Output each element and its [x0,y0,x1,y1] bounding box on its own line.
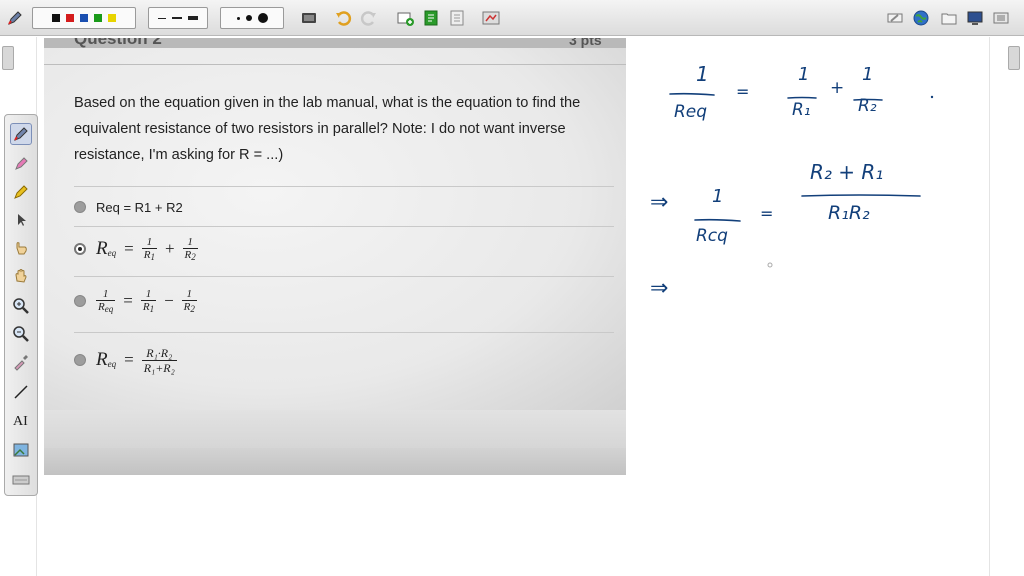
option-divider [74,226,614,227]
medium-line-option[interactable] [172,17,182,19]
photo-bottom-bar [44,448,626,475]
stray-dot [930,95,934,99]
dot-size-group [220,7,284,29]
hand-icon[interactable] [10,265,32,287]
photo-lower-band [44,410,626,448]
answer-option-3[interactable]: 1 Req = 1 R1 − 1 R2 [74,286,197,316]
color-palette [32,7,136,29]
save-file-icon[interactable] [446,7,468,29]
color-green-swatch[interactable] [94,14,102,22]
settings-icon[interactable] [480,7,502,29]
quiz-photo: Question 2 3 pts Based on the equation g… [44,38,626,475]
small-dot-option[interactable] [236,16,240,20]
line1-equals: = [736,82,750,101]
dropper-icon[interactable] [10,351,32,373]
line1-plus: + [830,78,845,98]
line2-denominator: R₁R₂ [828,202,870,224]
highlighter-icon[interactable] [10,153,32,175]
pen-tool-icon[interactable] [10,123,32,145]
color-yellow-swatch[interactable] [108,14,116,22]
radio-button[interactable] [74,295,86,307]
image-icon[interactable] [10,439,32,461]
new-page-icon[interactable] [394,7,416,29]
large-dot-option[interactable] [257,13,268,23]
option-divider [74,276,614,277]
medium-dot-option[interactable] [245,15,252,21]
folder-icon[interactable] [938,7,960,29]
option-divider [74,332,614,333]
eraser-icon[interactable] [884,7,906,29]
fraction-bar [669,92,715,96]
cursor-dot [767,262,773,268]
option-divider [74,186,614,187]
line1-left-denominator: Req [674,102,708,122]
zoom-in-icon[interactable] [10,295,32,317]
line1-left-numerator: 1 [696,62,709,86]
answer-option-1[interactable]: Req = R1 + R2 [74,198,183,216]
zoom-out-icon[interactable] [10,323,32,345]
question-text: Based on the equation given in the lab m… [74,95,581,163]
line1-denominator-2: R₂ [858,96,877,116]
option-4-formula: Req = R₁·R₂ R₁+R₂ [96,345,177,375]
option-3-formula: 1 Req = 1 R1 − 1 R2 [96,287,197,314]
fraction-bar [694,218,741,222]
radio-button-selected[interactable] [74,243,86,255]
right-scroll-grip[interactable] [1008,46,1020,70]
question-points: 3 pts [569,38,602,48]
question-heading: Question 2 [74,38,162,48]
pen-icon[interactable] [4,7,26,29]
screen-capture-icon[interactable] [298,7,320,29]
color-black-swatch[interactable] [52,14,60,22]
globe-icon[interactable] [910,7,932,29]
line2-left-denominator: Rcq [696,226,728,246]
page-border-right [989,37,990,576]
menu-icon[interactable] [990,7,1012,29]
line1-numerator-1: 1 [798,64,810,85]
open-file-icon[interactable] [420,7,442,29]
color-red-swatch[interactable] [66,14,74,22]
radio-button[interactable] [74,201,86,213]
line2-numerator: R₂ + R₁ [810,160,884,184]
hand-point-icon[interactable] [10,237,32,259]
text-icon[interactable]: AI [10,409,32,431]
app-window: AI Question 2 3 pts Based on the equatio… [0,0,1024,576]
svg-text:AI: AI [13,414,28,429]
line2-equals: = [760,204,774,223]
fraction-bar [801,194,921,197]
line2-left-numerator: 1 [712,186,724,207]
line-width-group [148,7,208,29]
left-tool-panel: AI [4,114,38,496]
left-scroll-grip[interactable] [2,46,14,70]
option-2-formula: Req = 1 R1 + 1 R2 [96,235,198,262]
line3-implies-arrow: ⇒ [650,276,669,301]
color-blue-swatch[interactable] [80,14,88,22]
answer-option-4[interactable]: Req = R₁·R₂ R₁+R₂ [74,342,177,378]
line1-denominator-1: R₁ [792,100,811,120]
radio-button[interactable] [74,354,86,366]
keyboard-icon[interactable] [10,469,32,491]
thick-line-option[interactable] [188,16,198,20]
monitor-icon[interactable] [964,7,986,29]
top-toolbar [0,0,1024,36]
undo-icon[interactable] [332,7,354,29]
pointer-icon[interactable] [10,209,32,231]
fraction-bar [787,96,817,99]
redo-icon[interactable] [358,7,380,29]
thin-line-option[interactable] [158,17,166,19]
heading-divider [44,64,626,65]
handwritten-notes: 1 Req = 1 R₁ + 1 R₂ ⇒ 1 Rcq = R₂ + R₁ R₁… [630,38,985,338]
option-1-text: Req = R1 + R2 [96,199,183,215]
line2-implies-arrow: ⇒ [650,190,669,215]
line-icon[interactable] [10,381,32,403]
line1-numerator-2: 1 [862,64,874,85]
marker-icon[interactable] [10,181,32,203]
answer-option-2[interactable]: Req = 1 R1 + 1 R2 [74,234,198,264]
